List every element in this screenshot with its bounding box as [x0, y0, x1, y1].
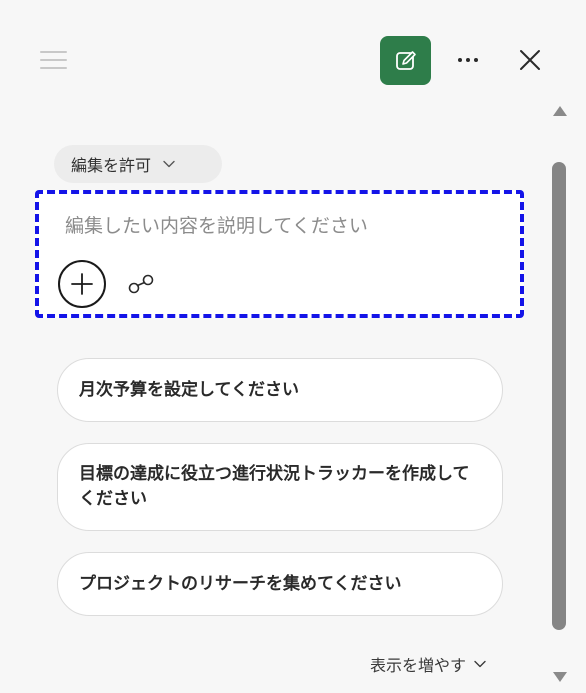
suggestion-chip[interactable]: 目標の達成に役立つ進行状況トラッカーを作成してください — [57, 443, 503, 531]
vertical-scrollbar[interactable] — [548, 98, 570, 690]
close-button[interactable] — [516, 46, 544, 74]
more-options-button[interactable] — [452, 46, 484, 74]
compose-edit-icon — [395, 50, 416, 70]
show-more-label: 表示を増やす — [370, 656, 467, 675]
suggestion-label: 月次予算を設定してください — [79, 379, 299, 400]
link-icon — [128, 274, 154, 294]
scroll-down-arrow-icon[interactable] — [553, 672, 567, 682]
suggestion-chip[interactable]: プロジェクトのリサーチを集めてください — [57, 552, 503, 616]
hamburger-menu-icon[interactable] — [40, 50, 67, 70]
chevron-down-icon — [474, 660, 486, 668]
header-bar — [0, 0, 586, 110]
new-edit-button[interactable] — [380, 36, 431, 85]
chevron-down-icon — [163, 160, 175, 168]
suggestion-label: プロジェクトのリサーチを集めてください — [79, 573, 402, 594]
prompt-input[interactable] — [65, 210, 505, 242]
add-attachment-button[interactable] — [58, 260, 106, 308]
scroll-up-arrow-icon[interactable] — [553, 106, 567, 116]
prompt-composer — [35, 190, 524, 318]
more-horizontal-icon — [458, 58, 478, 62]
close-icon — [520, 50, 540, 70]
suggestion-label: 目標の達成に役立つ進行状況トラッカーを作成してください — [79, 464, 470, 509]
scrollbar-thumb[interactable] — [552, 162, 566, 630]
permission-dropdown-label: 編集を許可 — [71, 156, 152, 175]
link-button[interactable] — [125, 268, 157, 300]
suggestion-chip[interactable]: 月次予算を設定してください — [57, 358, 503, 422]
show-more-button[interactable]: 表示を増やす — [370, 650, 486, 678]
plus-icon — [71, 273, 93, 295]
permission-dropdown[interactable]: 編集を許可 — [54, 145, 222, 183]
